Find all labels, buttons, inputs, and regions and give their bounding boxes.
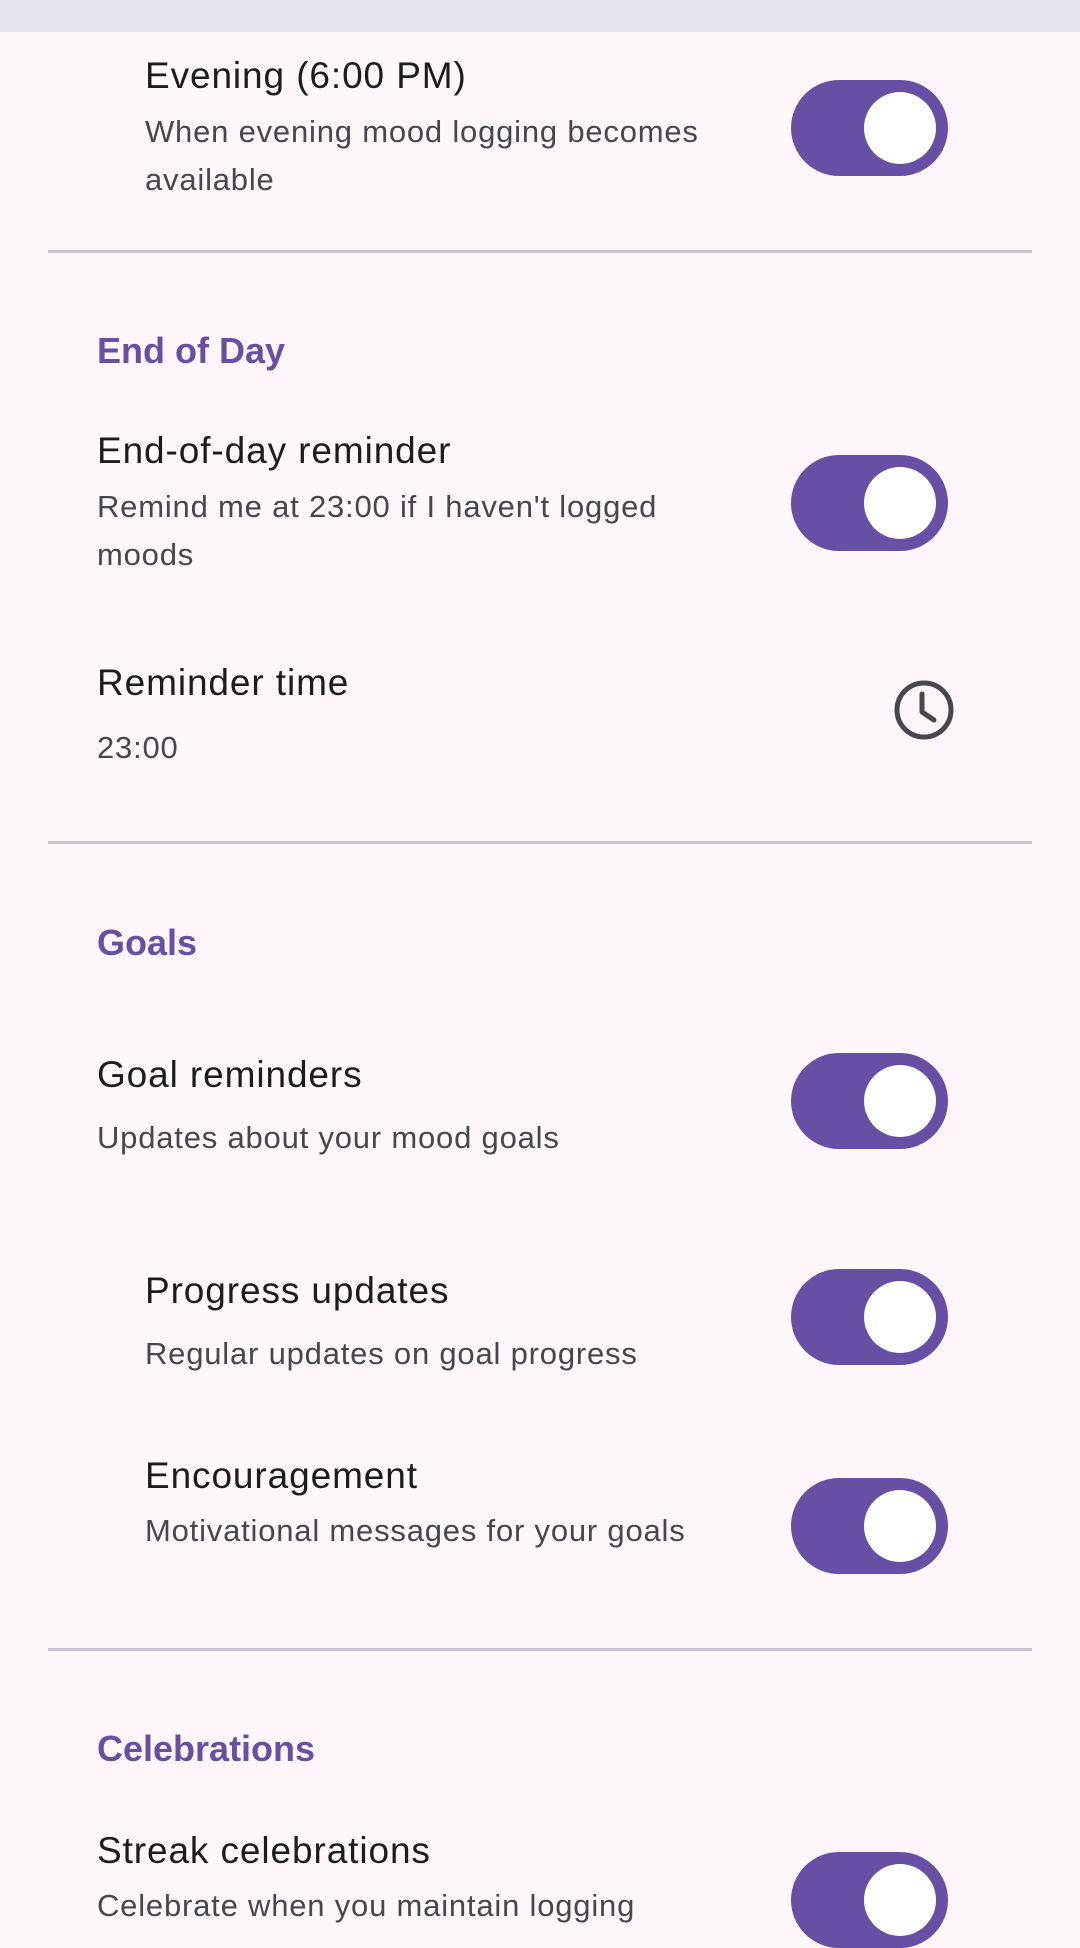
- top-app-bar: [0, 0, 1080, 32]
- evening-subtitle: When evening mood logging becomes availa…: [145, 114, 699, 197]
- divider: [48, 1648, 1032, 1651]
- goal-reminders-title: Goal reminders: [97, 1054, 363, 1095]
- evening-toggle[interactable]: [791, 80, 948, 176]
- streak-celebrations-toggle[interactable]: [791, 1852, 948, 1948]
- toggle-thumb: [864, 1065, 936, 1137]
- evening-title: Evening (6:00 PM): [145, 55, 467, 96]
- progress-updates-toggle[interactable]: [791, 1269, 948, 1365]
- encouragement-title: Encouragement: [145, 1455, 418, 1496]
- toggle-thumb: [864, 1281, 936, 1353]
- end-of-day-reminder-title: End-of-day reminder: [97, 430, 452, 471]
- toggle-thumb: [864, 92, 936, 164]
- divider: [48, 250, 1032, 253]
- divider: [48, 841, 1032, 844]
- goal-reminders-subtitle: Updates about your mood goals: [97, 1120, 560, 1155]
- section-header-celebrations: Celebrations: [97, 1728, 316, 1769]
- goal-reminders-toggle[interactable]: [791, 1053, 948, 1149]
- section-header-goals: Goals: [97, 922, 198, 963]
- toggle-thumb: [864, 1490, 936, 1562]
- streak-celebrations-subtitle: Celebrate when you maintain logging: [97, 1888, 636, 1923]
- end-of-day-reminder-toggle[interactable]: [791, 455, 948, 551]
- progress-updates-subtitle: Regular updates on goal progress: [145, 1336, 638, 1371]
- streak-celebrations-title: Streak celebrations: [97, 1830, 431, 1871]
- reminder-time-value: 23:00: [97, 730, 179, 765]
- progress-updates-title: Progress updates: [145, 1270, 450, 1311]
- clock-icon[interactable]: [892, 678, 956, 742]
- toggle-thumb: [864, 467, 936, 539]
- toggle-thumb: [864, 1864, 936, 1936]
- encouragement-toggle[interactable]: [791, 1478, 948, 1574]
- section-header-end-of-day: End of Day: [97, 330, 286, 371]
- reminder-time-title: Reminder time: [97, 662, 350, 703]
- end-of-day-reminder-subtitle: Remind me at 23:00 if I haven't logged m…: [97, 489, 658, 572]
- encouragement-subtitle: Motivational messages for your goals: [145, 1513, 686, 1548]
